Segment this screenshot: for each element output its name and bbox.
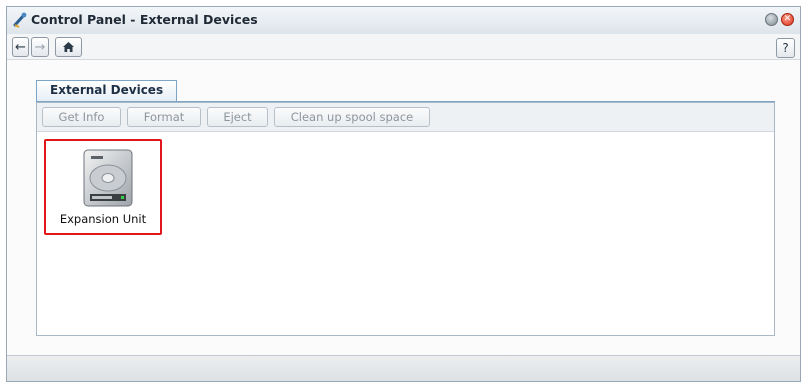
minimize-button[interactable] bbox=[765, 13, 778, 26]
home-button[interactable] bbox=[55, 37, 82, 57]
tab-strip: External Devices bbox=[36, 80, 775, 103]
back-arrow-icon: ← bbox=[15, 39, 26, 55]
home-icon bbox=[63, 42, 74, 52]
get-info-button[interactable]: Get Info bbox=[42, 107, 121, 127]
window-title: Control Panel - External Devices bbox=[31, 12, 258, 27]
device-label: Expansion Unit bbox=[59, 212, 147, 226]
help-button[interactable]: ? bbox=[776, 38, 795, 58]
control-panel-icon bbox=[13, 12, 27, 28]
help-icon: ? bbox=[782, 41, 789, 55]
main-content: External Devices Get Info Format Eject C… bbox=[7, 59, 800, 356]
clean-up-spool-space-button[interactable]: Clean up spool space bbox=[274, 107, 430, 127]
control-panel-window: Control Panel - External Devices ✕ ← → ?… bbox=[6, 6, 801, 382]
close-button[interactable]: ✕ bbox=[781, 13, 794, 26]
forward-arrow-icon: → bbox=[34, 39, 46, 55]
hard-drive-icon bbox=[83, 149, 133, 207]
back-button[interactable]: ← bbox=[12, 37, 29, 57]
toolbar: Get Info Format Eject Clean up spool spa… bbox=[37, 103, 774, 132]
title-bar: Control Panel - External Devices ✕ bbox=[7, 7, 800, 34]
forward-button[interactable]: → bbox=[31, 37, 49, 57]
tab-external-devices[interactable]: External Devices bbox=[36, 80, 178, 101]
status-bar bbox=[7, 355, 800, 381]
close-icon: ✕ bbox=[783, 14, 792, 24]
format-button[interactable]: Format bbox=[127, 107, 201, 127]
device-expansion-unit[interactable]: Expansion Unit bbox=[44, 139, 162, 235]
eject-button[interactable]: Eject bbox=[207, 107, 268, 127]
devices-panel: Get Info Format Eject Clean up spool spa… bbox=[36, 102, 775, 336]
